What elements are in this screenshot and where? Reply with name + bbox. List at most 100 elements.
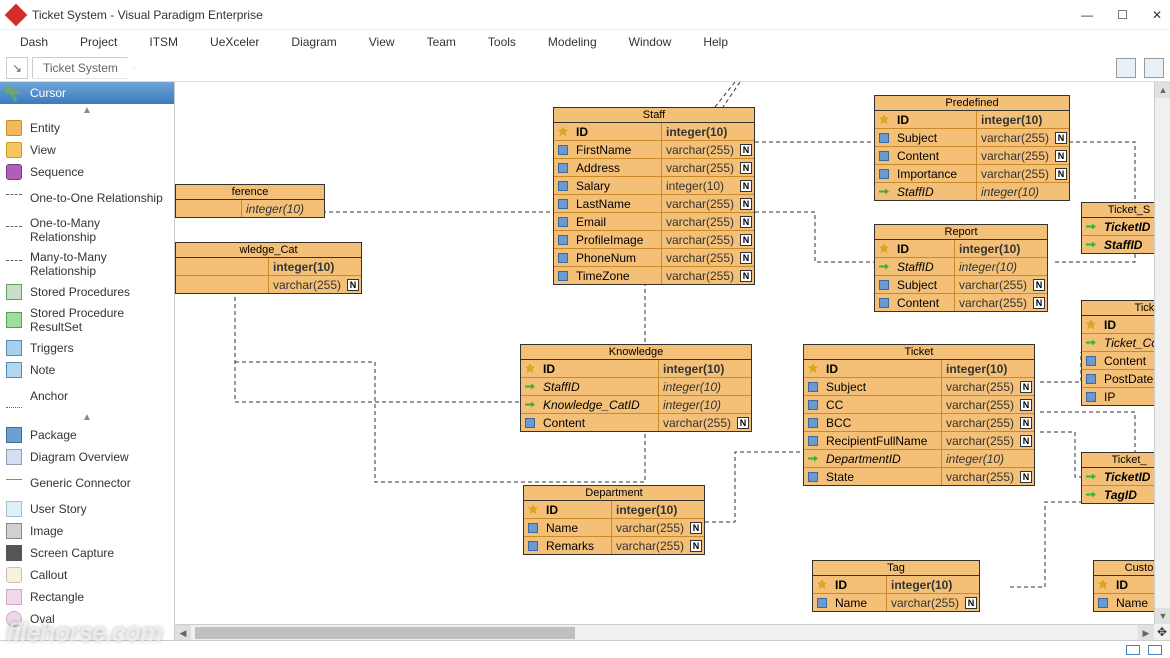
column-type: varchar(255) xyxy=(662,197,738,211)
entity-ticket-[interactable]: Ticket_TicketIDTagID xyxy=(1081,452,1154,504)
column-icon xyxy=(558,199,568,209)
toolbar-icon-1[interactable] xyxy=(1116,58,1136,78)
palette-image[interactable]: Image xyxy=(0,520,174,542)
column-type: varchar(255) xyxy=(977,131,1053,145)
vertical-scrollbar[interactable]: ▲ ▼ xyxy=(1154,82,1170,624)
palette-item-label: Oval xyxy=(30,612,55,626)
menu-project[interactable]: Project xyxy=(64,33,133,51)
entity-column: PostDate xyxy=(1082,370,1154,388)
palette-generic-connector[interactable]: Generic Connector xyxy=(0,468,174,498)
entity-knowledge[interactable]: KnowledgeIDinteger(10)StaffIDinteger(10)… xyxy=(520,344,752,432)
column-name: ProfileImage xyxy=(572,231,662,248)
palette-user-story[interactable]: User Story xyxy=(0,498,174,520)
column-name: StaffID xyxy=(1100,236,1154,253)
fk-icon xyxy=(879,262,889,272)
palette-sequence[interactable]: Sequence xyxy=(0,161,174,183)
palette-stored-procedure-resultset[interactable]: Stored Procedure ResultSet xyxy=(0,303,174,337)
diagram-canvas[interactable]: StaffIDinteger(10)FirstNamevarchar(255)N… xyxy=(175,82,1154,624)
entity-ticket-s[interactable]: Ticket_STicketIDStaffID xyxy=(1081,202,1154,254)
menu-help[interactable]: Help xyxy=(687,33,744,51)
palette-item-label: Generic Connector xyxy=(30,476,131,490)
entity-report[interactable]: ReportIDinteger(10)StaffIDinteger(10)Sub… xyxy=(874,224,1048,312)
minimize-button[interactable]: — xyxy=(1081,8,1093,22)
nullable-badge: N xyxy=(740,270,752,282)
entity-staff[interactable]: StaffIDinteger(10)FirstNamevarchar(255)N… xyxy=(553,107,755,285)
palette-stored-procedures[interactable]: Stored Procedures xyxy=(0,281,174,303)
cursor-icon xyxy=(6,85,22,101)
menu-modeling[interactable]: Modeling xyxy=(532,33,613,51)
column-icon xyxy=(528,541,538,551)
column-type: integer(10) xyxy=(977,185,1053,199)
status-panel-icon[interactable] xyxy=(1148,645,1162,655)
palette-collapse-icon-2[interactable]: ▲ xyxy=(0,411,174,424)
toolbar: ↘ Ticket System xyxy=(0,54,1170,82)
palette-package[interactable]: Package xyxy=(0,424,174,446)
palette-cursor[interactable]: Cursor xyxy=(0,82,174,104)
sp-icon xyxy=(6,284,22,300)
palette-one-to-one-relationship[interactable]: One-to-One Relationship xyxy=(0,183,174,213)
nullable-badge: N xyxy=(1020,471,1032,483)
palette-note[interactable]: Note xyxy=(0,359,174,381)
palette-anchor[interactable]: Anchor xyxy=(0,381,174,411)
menu-dash[interactable]: Dash xyxy=(4,33,64,51)
column-icon xyxy=(808,436,818,446)
entity-wledge-cat[interactable]: wledge_Catinteger(10)varchar(255)N xyxy=(175,242,362,294)
menu-itsm[interactable]: ITSM xyxy=(133,33,194,51)
entity-header: Custo xyxy=(1094,561,1154,576)
status-mail-icon[interactable] xyxy=(1126,645,1140,655)
scroll-right-icon[interactable]: ▶ xyxy=(1138,625,1154,640)
entity-ticket[interactable]: TicketIDTicket_ContaineContentPostDateIP xyxy=(1081,300,1154,406)
menu-uexceler[interactable]: UeXceler xyxy=(194,33,275,51)
column-type: varchar(255) xyxy=(942,398,1018,412)
entity-ference[interactable]: ferenceinteger(10) xyxy=(175,184,325,218)
entity-ticket[interactable]: TicketIDinteger(10)Subjectvarchar(255)NC… xyxy=(803,344,1035,486)
column-name: StaffID xyxy=(893,183,977,200)
column-type: integer(10) xyxy=(955,242,1031,256)
toolbar-icon-2[interactable] xyxy=(1144,58,1164,78)
palette-one-to-many-relationship[interactable]: One-to-Many Relationship xyxy=(0,213,174,247)
entity-column: Subjectvarchar(255)N xyxy=(875,276,1047,294)
column-name: Ticket_Containe xyxy=(1100,334,1154,351)
palette-callout[interactable]: Callout xyxy=(0,564,174,586)
entity-custo[interactable]: CustoIDName xyxy=(1093,560,1154,612)
menu-diagram[interactable]: Diagram xyxy=(275,33,352,51)
scroll-down-icon[interactable]: ▼ xyxy=(1155,608,1170,624)
breadcrumb-back-button[interactable]: ↘ xyxy=(6,57,28,79)
entity-column: StaffIDinteger(10) xyxy=(875,183,1069,200)
entity-header: Department xyxy=(524,486,704,501)
column-name: Subject xyxy=(893,129,977,146)
column-name: StaffID xyxy=(893,258,955,275)
breadcrumb[interactable]: Ticket System xyxy=(32,57,135,79)
close-button[interactable]: ✕ xyxy=(1152,8,1162,22)
palette-many-to-many-relationship[interactable]: Many-to-Many Relationship xyxy=(0,247,174,281)
hscroll-thumb[interactable] xyxy=(195,627,575,639)
column-name: PostDate xyxy=(1100,370,1154,387)
scroll-up-icon[interactable]: ▲ xyxy=(1155,82,1170,98)
entity-predefined[interactable]: PredefinedIDinteger(10)Subjectvarchar(25… xyxy=(874,95,1070,201)
palette-diagram-overview[interactable]: Diagram Overview xyxy=(0,446,174,468)
palette-oval[interactable]: Oval xyxy=(0,608,174,630)
palette-entity[interactable]: Entity xyxy=(0,117,174,139)
palette-item-label: Diagram Overview xyxy=(30,450,129,464)
horizontal-scrollbar[interactable]: ◀ ▶ xyxy=(175,624,1154,640)
palette-view[interactable]: View xyxy=(0,139,174,161)
menu-team[interactable]: Team xyxy=(411,33,472,51)
palette-rectangle[interactable]: Rectangle xyxy=(0,586,174,608)
column-name: Email xyxy=(572,213,662,230)
menu-window[interactable]: Window xyxy=(613,33,688,51)
entity-column: TagID xyxy=(1082,486,1154,503)
menu-tools[interactable]: Tools xyxy=(472,33,532,51)
key-icon xyxy=(1086,320,1096,330)
entity-department[interactable]: DepartmentIDinteger(10)Namevarchar(255)N… xyxy=(523,485,705,555)
palette-screen-capture[interactable]: Screen Capture xyxy=(0,542,174,564)
resize-corner-icon[interactable]: ✥ xyxy=(1154,624,1170,640)
palette-triggers[interactable]: Triggers xyxy=(0,337,174,359)
maximize-button[interactable]: ☐ xyxy=(1117,8,1128,22)
statusbar xyxy=(0,640,1170,658)
menu-view[interactable]: View xyxy=(353,33,411,51)
entity-header: ference xyxy=(176,185,324,200)
scroll-left-icon[interactable]: ◀ xyxy=(175,625,191,640)
palette-collapse-icon[interactable]: ▲ xyxy=(0,104,174,117)
entity-tag[interactable]: TagIDinteger(10)Namevarchar(255)N xyxy=(812,560,980,612)
nullable-badge: N xyxy=(740,252,752,264)
